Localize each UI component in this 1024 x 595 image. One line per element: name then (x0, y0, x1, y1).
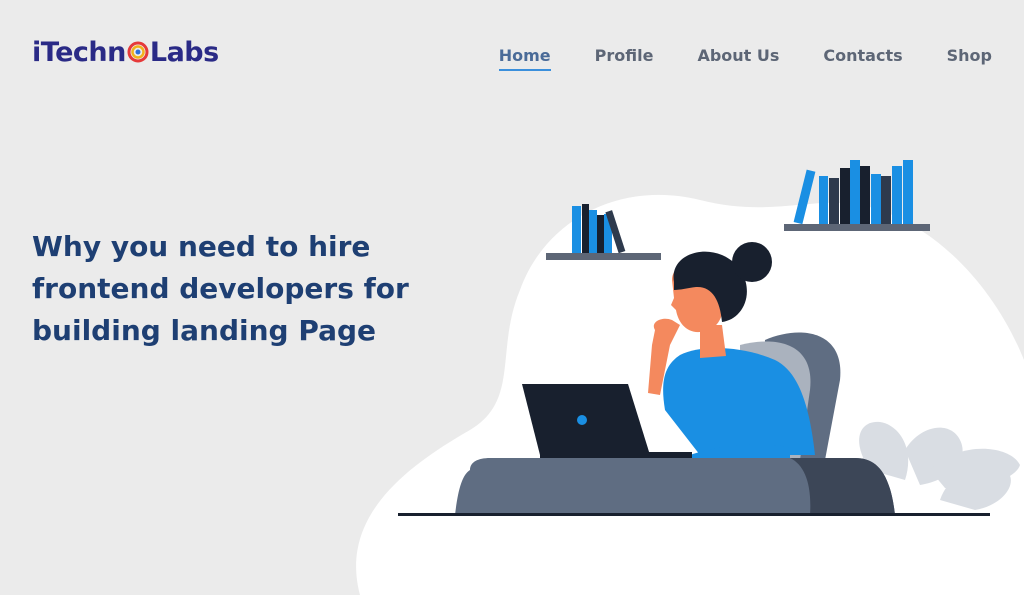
hero-headline: Why you need to hire frontend developers… (32, 230, 409, 347)
floor-line (398, 513, 990, 516)
main-nav: Home Profile About Us Contacts Shop (455, 46, 992, 71)
logo-ring-icon (127, 41, 149, 63)
logo-text-prefix: iTechn (32, 36, 126, 68)
nav-item-about-us[interactable]: About Us (697, 46, 779, 71)
laptop-logo-icon (577, 415, 587, 425)
nav-item-home[interactable]: Home (498, 46, 551, 71)
nav-item-contacts[interactable]: Contacts (823, 46, 902, 71)
brand-logo[interactable]: iTechn Labs (32, 32, 219, 72)
nav-item-shop[interactable]: Shop (947, 46, 992, 71)
nav-item-profile[interactable]: Profile (595, 46, 654, 71)
logo-text-suffix: Labs (149, 36, 219, 68)
